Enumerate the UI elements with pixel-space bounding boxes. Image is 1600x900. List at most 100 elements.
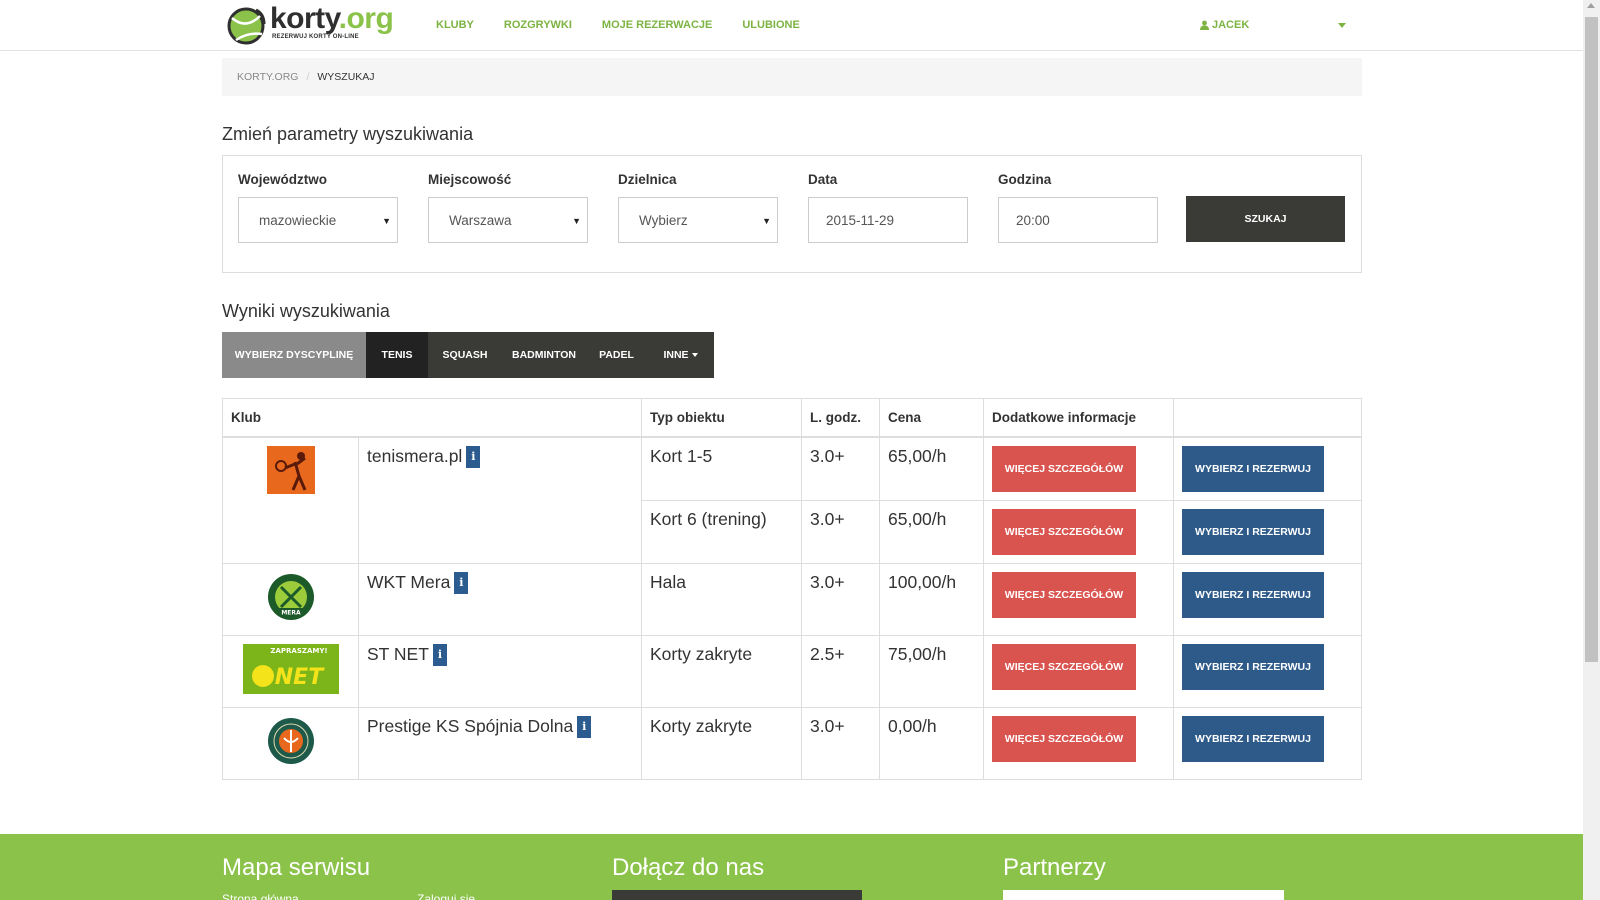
st-net-logo-icon[interactable]: ZAPRASZAMY! NET [242,643,339,694]
voivodeship-label: Województwo [238,172,327,187]
voivodeship-field: Województwo mazowieckie ▼ [238,172,398,243]
object-type: Korty zakryte [641,706,802,780]
scroll-thumb[interactable] [1585,17,1598,662]
nav-link-rozgrywki[interactable]: ROZGRYWKI [504,19,572,31]
club-logo-cell: ZAPRASZAMY! NET [222,634,359,708]
more-info-cell: WIĘCEJ SZCZEGÓŁÓW [983,499,1174,564]
col-header-club: Klub [222,398,642,438]
more-info-cell: WIĘCEJ SZCZEGÓŁÓW [983,562,1174,636]
col-header-type: Typ obiektu [641,398,802,438]
footer-link-login[interactable]: Zaloguj się [417,892,475,900]
footer-link-home[interactable]: Strona główna [222,892,299,900]
chevron-down-icon: ▼ [572,216,581,226]
breadcrumb-home[interactable]: KORTY.ORG [237,71,298,83]
club-name-cell: tenismera.pl i [358,436,642,564]
breadcrumb-current: WYSZUKAJ [317,71,375,83]
time-field: Godzina 20:00 [998,172,1158,243]
club-name-link[interactable]: ST NET [367,644,429,664]
date-input[interactable]: 2015-11-29 [808,197,968,243]
table-row: ZAPRASZAMY! NET ST NET i Korty zakryte 2.… [222,634,1362,708]
table-header-row: Klub Typ obiektu L. godz. Cena Dodatkowe… [222,398,1362,438]
prestige-logo-icon[interactable] [266,716,316,766]
caret-down-icon [691,353,698,357]
footer-partners-title: Partnerzy [1003,854,1106,881]
table-row: tenismera.pl i Kort 1-5 3.0+ 65,00/h WIĘC… [222,436,1362,564]
svg-text:ZAPRASZAMY!: ZAPRASZAMY! [270,647,327,655]
club-name-link[interactable]: Prestige KS Spójnia Dolna [367,716,573,736]
select-and-book-button[interactable]: WYBIERZ I REZERWUJ [1182,715,1324,762]
nav-link-ulubione[interactable]: ULUBIONE [742,19,799,31]
more-details-button[interactable]: WIĘCEJ SZCZEGÓŁÓW [992,715,1136,762]
tennis-ball-logo-icon [227,7,266,45]
hours-min: 3.0+ [801,436,880,501]
voivodeship-select[interactable]: mazowieckie ▼ [238,197,398,243]
club-logo-cell [222,436,359,564]
hours-min: 3.0+ [801,706,880,780]
time-input[interactable]: 20:00 [998,197,1158,243]
site-logo[interactable]: korty.org REZERWUJ KORTY ON-LINE [226,4,394,46]
club-name-cell: Prestige KS Spójnia Dolna i [358,706,642,780]
tab-inne-dropdown[interactable]: INNE [647,332,714,378]
search-section-title: Zmień parametry wyszukiwania [222,124,474,144]
search-button[interactable]: SZUKAJ [1186,196,1345,242]
select-and-book-button[interactable]: WYBIERZ I REZERWUJ [1182,445,1324,492]
breadcrumb: KORTY.ORG / WYSZUKAJ [222,58,1362,96]
svg-text:NET: NET [274,665,324,690]
social-widget[interactable] [612,890,862,900]
district-value: Wybierz [639,212,688,228]
more-details-button[interactable]: WIĘCEJ SZCZEGÓŁÓW [992,508,1136,555]
discipline-label: WYBIERZ DYSCYPLINĘ [222,332,366,378]
object-type: Kort 6 (trening) [641,499,802,564]
info-icon[interactable]: i [466,445,481,468]
tab-badminton[interactable]: BADMINTON [502,332,586,378]
col-header-actions [1173,398,1362,438]
info-icon[interactable]: i [432,643,447,666]
footer-join-title: Dołącz do nas [612,854,765,881]
page-scrollbar[interactable] [1583,0,1600,900]
more-info-cell: WIĘCEJ SZCZEGÓŁÓW [983,634,1174,708]
footer: Mapa serwisu Dołącz do nas Partnerzy Str… [0,834,1583,900]
tab-squash[interactable]: SQUASH [428,332,502,378]
user-name: JACEK [1212,19,1250,31]
time-value: 20:00 [1016,212,1050,228]
tab-inne-label: INNE [663,349,689,361]
results-section-title: Wyniki wyszukiwania [222,301,390,321]
svg-text:MERA: MERA [281,609,301,616]
col-header-hours: L. godz. [801,398,880,438]
hours-min: 3.0+ [801,499,880,564]
time-label: Godzina [998,172,1052,187]
city-value: Warszawa [449,212,512,228]
scroll-up-arrow-icon[interactable] [1587,3,1595,8]
select-and-book-button[interactable]: WYBIERZ I REZERWUJ [1182,508,1324,555]
city-field: Miejscowość Warszawa ▼ [428,172,588,243]
user-dropdown-caret-icon[interactable] [1338,23,1346,28]
object-type: Korty zakryte [641,634,802,708]
nav-link-moje-rezerwacje[interactable]: MOJE REZERWACJE [602,19,712,31]
table-row: MERA WKT Mera i Hala 3.0+ 100,00/h WIĘCEJ… [222,562,1362,636]
chevron-down-icon: ▼ [382,216,391,226]
wkt-mera-logo-icon[interactable]: MERA [266,572,316,622]
select-and-book-button[interactable]: WYBIERZ I REZERWUJ [1182,571,1324,618]
select-and-book-button[interactable]: WYBIERZ I REZERWUJ [1182,643,1324,690]
search-form: Województwo mazowieckie ▼ Miejscowość Wa… [222,155,1362,273]
user-menu[interactable]: JACEK [1200,19,1249,31]
info-icon[interactable]: i [454,571,469,594]
col-header-info: Dodatkowe informacje [983,398,1174,438]
more-details-button[interactable]: WIĘCEJ SZCZEGÓŁÓW [992,445,1136,492]
more-details-button[interactable]: WIĘCEJ SZCZEGÓŁÓW [992,643,1136,690]
district-select[interactable]: Wybierz ▼ [618,197,778,243]
nav-link-kluby[interactable]: KLUBY [436,19,474,31]
tenismera-logo-icon[interactable] [266,445,315,494]
club-name-link[interactable]: tenismera.pl [367,446,462,466]
info-icon[interactable]: i [577,715,592,738]
city-select[interactable]: Warszawa ▼ [428,197,588,243]
partners-widget [1003,890,1284,900]
navbar: korty.org REZERWUJ KORTY ON-LINE KLUBY R… [0,0,1583,51]
table-row: Prestige KS Spójnia Dolna i Korty zakryte… [222,706,1362,780]
main-nav: KLUBY ROZGRYWKI MOJE REZERWACJE ULUBIONE [436,0,830,50]
club-name-link[interactable]: WKT Mera [367,572,450,592]
tab-padel[interactable]: PADEL [586,332,647,378]
tab-tenis[interactable]: TENIS [366,332,428,378]
more-details-button[interactable]: WIĘCEJ SZCZEGÓŁÓW [992,571,1136,618]
book-cell: WYBIERZ I REZERWUJ [1173,499,1362,564]
